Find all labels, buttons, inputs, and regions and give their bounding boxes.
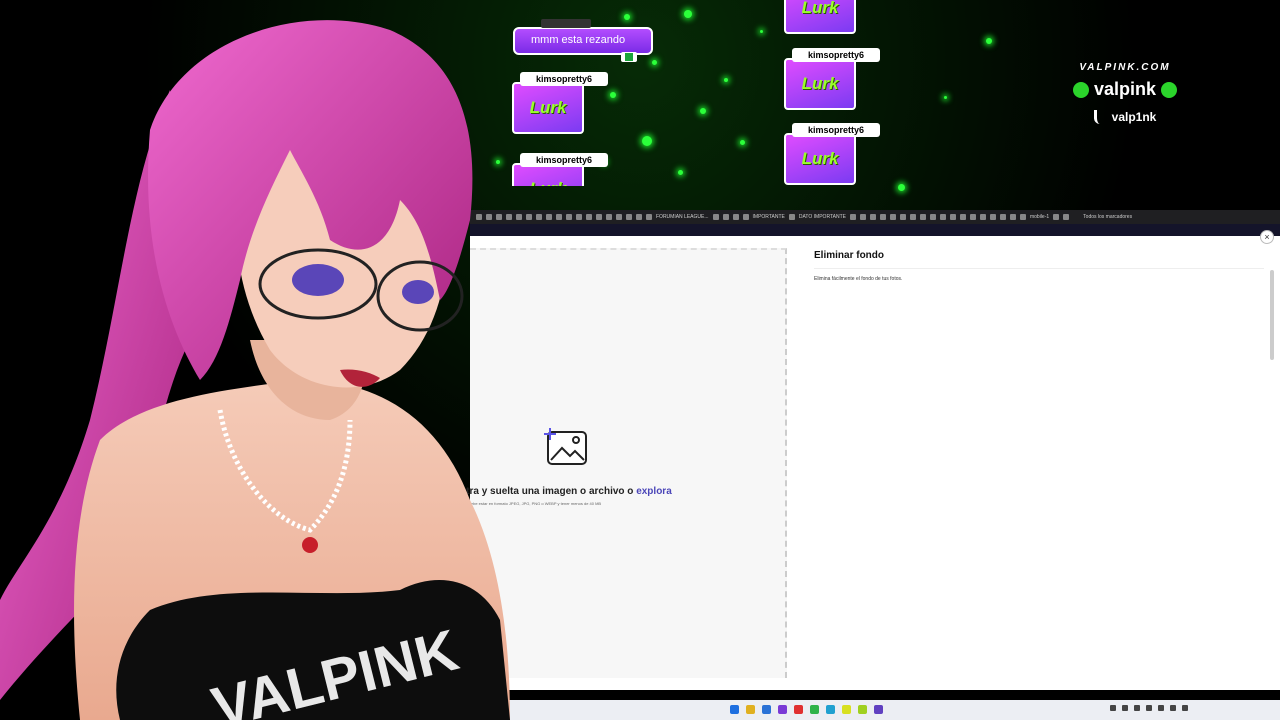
lurk-alert-user: kimsopretty6 <box>520 72 608 86</box>
app-icon[interactable] <box>794 705 803 714</box>
bookmark-icon[interactable] <box>919 214 926 220</box>
brand-name: valpink <box>1093 79 1157 99</box>
close-button[interactable]: × <box>1260 230 1274 244</box>
options-panel: Eliminar fondo Elimina fácilmente el fon… <box>800 238 1270 688</box>
bookmark-icon[interactable] <box>556 214 562 220</box>
all-bookmarks-link[interactable]: Todos los marcadores <box>1083 214 1132 220</box>
bookmarks-bar: FORUMIAN LEAGUE... IMPORTANTE DATO IMPOR… <box>470 210 1280 224</box>
bookmark-icon[interactable] <box>889 214 896 220</box>
app-icon[interactable] <box>778 705 787 714</box>
bookmark-icon[interactable] <box>859 214 866 220</box>
lurk-alert-label: Lurk <box>529 98 567 117</box>
verified-icon <box>1161 81 1178 98</box>
app-icon[interactable] <box>810 705 819 714</box>
folder-icon[interactable] <box>746 705 755 714</box>
bookmark-icon[interactable] <box>1009 214 1016 220</box>
lurk-alert-box: Lurk <box>784 133 856 185</box>
bookmark-icon[interactable] <box>788 214 795 220</box>
bookmark-icon[interactable] <box>969 214 976 220</box>
bookmark-link[interactable]: DATO IMPORTANTE <box>799 214 846 220</box>
app-icon[interactable] <box>858 705 867 714</box>
lurk-alert-card: Lurk <box>784 0 884 36</box>
app-icon[interactable] <box>842 705 851 714</box>
lurk-alert-label: Lurk <box>530 179 567 186</box>
bookmark-icon[interactable] <box>722 214 729 220</box>
lurk-alert-label: Lurk <box>801 0 839 17</box>
bookmark-icon[interactable] <box>949 214 956 220</box>
add-image-icon <box>544 428 587 465</box>
bookmark-icon[interactable] <box>929 214 936 220</box>
bookmark-icon[interactable] <box>1063 214 1070 220</box>
bookmark-icon[interactable] <box>959 214 966 220</box>
bookmark-icon[interactable] <box>606 214 612 220</box>
panel-title: Eliminar fondo <box>814 250 884 261</box>
bookmark-icon[interactable] <box>596 214 602 220</box>
bookmark-icon[interactable] <box>636 214 642 220</box>
bookmark-link[interactable]: IMPORTANTE <box>753 214 785 220</box>
lurk-alert-user: kimsopretty6 <box>520 153 608 167</box>
lurk-alert-user: kimsopretty6 <box>792 48 880 62</box>
bookmark-icon[interactable] <box>909 214 916 220</box>
bookmark-icon[interactable] <box>1019 214 1026 220</box>
bookmark-icon[interactable] <box>626 214 632 220</box>
lurk-alert-box: Lurk <box>784 0 856 34</box>
bookmark-icon[interactable] <box>979 214 986 220</box>
bookmark-icon[interactable] <box>939 214 946 220</box>
bookmark-icon[interactable] <box>646 214 652 220</box>
bookmark-icon[interactable] <box>586 214 592 220</box>
vtuber-avatar: VALPINK <box>0 20 511 720</box>
bookmark-icon[interactable] <box>616 214 622 220</box>
panel-description: Elimina fácilmente el fondo de tus fotos… <box>814 276 903 282</box>
tiktok-icon <box>1093 110 1106 124</box>
app-icon[interactable] <box>762 705 771 714</box>
bookmark-link[interactable]: FORUMIAN LEAGUE... <box>656 214 709 220</box>
start-icon[interactable] <box>730 705 739 714</box>
bookmark-icon[interactable] <box>566 214 572 220</box>
kick-icon <box>1072 81 1089 98</box>
lurk-alert-label: Lurk <box>801 74 839 93</box>
bookmark-icon[interactable] <box>546 214 552 220</box>
taskbar <box>470 700 1280 720</box>
bookmark-icon[interactable] <box>849 214 856 220</box>
bookmark-icon[interactable] <box>732 214 739 220</box>
brand-name-row: valpink <box>1040 79 1210 100</box>
scrollbar[interactable] <box>1270 270 1274 360</box>
panel-divider <box>814 268 1264 269</box>
bookmark-icon[interactable] <box>712 214 719 220</box>
chat-message-text: mmm esta rezando <box>531 34 626 46</box>
brand-tiktok-row: valp1nk <box>1040 110 1210 124</box>
bookmark-icon[interactable] <box>742 214 749 220</box>
browser-window: FORUMIAN LEAGUE... IMPORTANTE DATO IMPOR… <box>440 210 1280 690</box>
lurk-alert-user: kimsopretty6 <box>792 123 880 137</box>
chat-badge-icon <box>621 52 637 62</box>
brand-tiktok: valp1nk <box>1111 110 1157 124</box>
chat-message: mmm esta rezando <box>513 19 653 55</box>
bookmark-icon[interactable] <box>869 214 876 220</box>
bookmark-icon[interactable] <box>526 214 532 220</box>
bookmark-icon[interactable] <box>879 214 886 220</box>
bookmark-icon[interactable] <box>999 214 1006 220</box>
bookmark-icon[interactable] <box>576 214 582 220</box>
system-tray[interactable] <box>1110 705 1188 711</box>
bookmark-icon[interactable] <box>899 214 906 220</box>
brand-url: VALPINK.COM <box>1079 62 1171 73</box>
bookmark-link[interactable]: mobile-1 <box>1030 214 1049 220</box>
stream-branding: VALPINK.COM valpink valp1nk <box>1040 62 1210 124</box>
lurk-alert-box: Lurk <box>512 82 584 134</box>
bookmark-icon[interactable] <box>536 214 542 220</box>
page-header-strip <box>470 224 1280 236</box>
lurk-alert-card: Lurk kimsopretty6 <box>512 153 612 186</box>
bookmark-icon[interactable] <box>1053 214 1060 220</box>
lurk-alert-label: Lurk <box>801 149 839 168</box>
chat-username-tag <box>541 19 591 28</box>
app-icon[interactable] <box>874 705 883 714</box>
app-icon[interactable] <box>826 705 835 714</box>
lurk-alert-box: Lurk <box>784 58 856 110</box>
browse-link[interactable]: explora <box>636 486 672 497</box>
bookmark-icon[interactable] <box>989 214 996 220</box>
